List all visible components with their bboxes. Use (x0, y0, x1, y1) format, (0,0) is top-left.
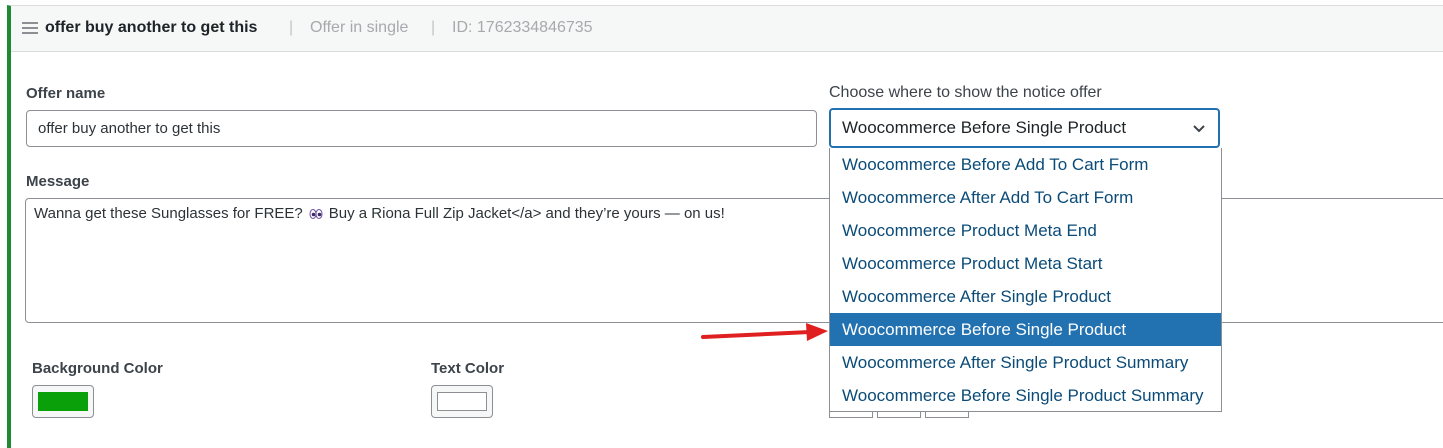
message-label: Message (26, 173, 90, 190)
dropdown-option-selected[interactable]: Woocommerce Before Single Product (830, 313, 1221, 346)
offer-id: ID: 1762334846735 (452, 19, 593, 36)
dropdown-option[interactable]: Woocommerce Product Meta Start (830, 247, 1221, 280)
offer-header[interactable]: offer buy another to get this | Offer in… (11, 6, 1443, 52)
notice-position-select[interactable]: Woocommerce Before Single Product (829, 108, 1220, 148)
background-color-label: Background Color (32, 360, 163, 377)
text-color-label: Text Color (431, 360, 505, 377)
notice-position-selected: Woocommerce Before Single Product (842, 118, 1127, 137)
offer-name-value: offer buy another to get this (38, 120, 221, 137)
dropdown-option[interactable]: Woocommerce After Single Product Summary (830, 346, 1221, 379)
eyes-emoji-icon (309, 209, 323, 220)
message-textarea[interactable]: Wanna get these Sunglasses for FREE? Buy… (25, 198, 1443, 323)
offer-type: Offer in single (310, 19, 409, 36)
header-separator: | (289, 19, 294, 36)
offer-title: offer buy another to get this (45, 19, 258, 36)
header-separator: | (431, 19, 436, 36)
background-color-swatch (38, 392, 88, 411)
dropdown-option[interactable]: Woocommerce After Single Product (830, 280, 1221, 313)
dropdown-option[interactable]: Woocommerce After Add To Cart Form (830, 181, 1221, 214)
notice-position-label: Choose where to show the notice offer (829, 84, 1102, 101)
chevron-down-icon (1193, 125, 1205, 133)
dropdown-option[interactable]: Woocommerce Before Single Product Summar… (830, 379, 1221, 412)
message-text-end: Buy a Riona Full Zip Jacket</a> and they… (328, 205, 725, 222)
notice-position-dropdown: Woocommerce Before Add To Cart Form Wooc… (829, 148, 1222, 412)
text-color-picker[interactable] (431, 385, 493, 418)
annotation-arrow-icon (701, 323, 828, 341)
background-color-picker[interactable] (32, 385, 94, 418)
offer-name-label: Offer name (26, 85, 106, 102)
drag-handle-icon[interactable] (22, 22, 38, 34)
dropdown-option[interactable]: Woocommerce Before Add To Cart Form (830, 148, 1221, 181)
dropdown-option[interactable]: Woocommerce Product Meta End (830, 214, 1221, 247)
offer-name-input[interactable]: offer buy another to get this (26, 110, 817, 147)
message-text-start: Wanna get these Sunglasses for FREE? (34, 205, 303, 222)
text-color-swatch (437, 392, 487, 411)
